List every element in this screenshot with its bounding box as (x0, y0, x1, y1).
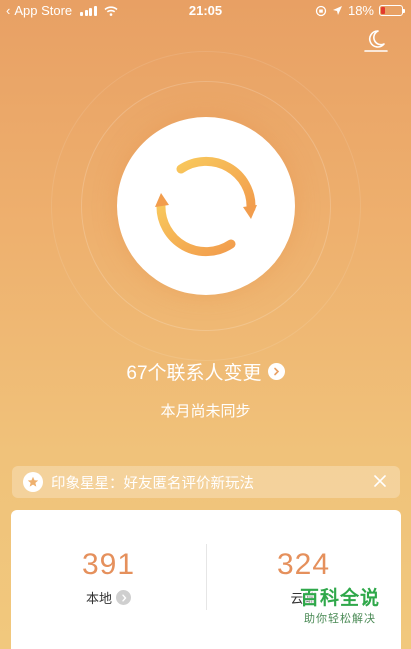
watermark-title: 百科全说 (299, 588, 380, 609)
local-label: 本地 (85, 591, 112, 606)
cloud-count: 324 (276, 548, 331, 581)
chevron-right-icon (116, 590, 131, 605)
local-count: 391 (81, 548, 136, 581)
battery-icon (379, 5, 405, 16)
moon-icon[interactable] (361, 26, 391, 56)
app-screen: ‹ App Store 21:05 18% 67个联系人变更 本月尚未同步 印象… (0, 0, 411, 649)
battery-percent: 18% (347, 3, 374, 18)
close-icon[interactable] (372, 473, 388, 489)
sync-arrows-icon (155, 156, 257, 257)
chevron-right-icon (267, 363, 285, 380)
local-stat[interactable]: 391 本地 (11, 548, 206, 607)
promo-banner[interactable]: 印象星星：好友匿名评价新玩法 (12, 466, 400, 498)
location-icon (332, 6, 342, 15)
watermark-subtitle: 助你轻松解决 (304, 613, 376, 625)
sync-status-text: 本月尚未同步 (160, 403, 251, 420)
watermark: 百科全说 助你轻松解决 (290, 583, 390, 626)
star-icon (23, 472, 43, 492)
banner-text: 印象星星：好友匿名评价新玩法 (51, 475, 254, 492)
status-right: 18% (315, 3, 405, 18)
status-bar: ‹ App Store 21:05 18% (0, 0, 411, 22)
orientation-lock-icon (315, 5, 327, 16)
sync-button[interactable] (117, 117, 295, 295)
stats-card: 391 本地 324 云端 (11, 510, 401, 649)
contacts-changed-label: 67个联系人变更 (126, 363, 262, 384)
local-label-row: 本地 (11, 588, 206, 607)
contacts-changed-link[interactable]: 67个联系人变更 (0, 358, 411, 385)
